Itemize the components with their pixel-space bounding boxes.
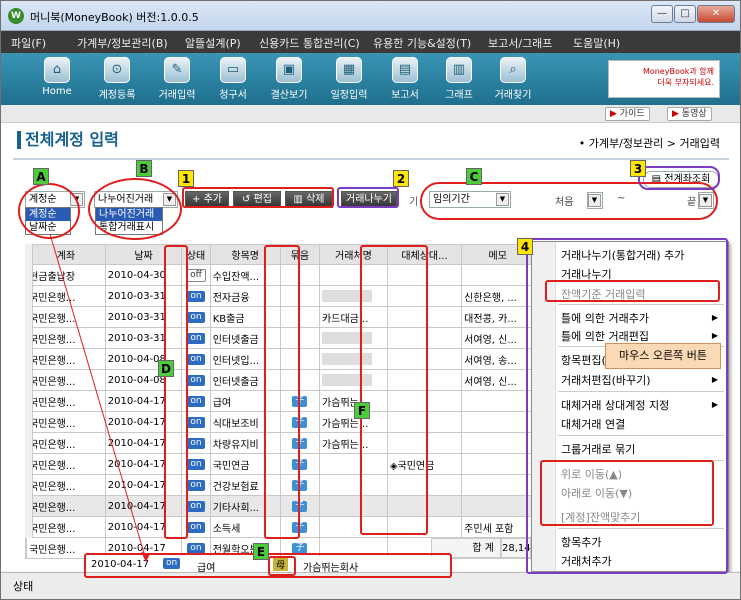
annotation-arrowhead [141, 552, 150, 562]
annotation-arrow [49, 233, 147, 561]
marker-2: 2 [393, 170, 409, 187]
marker-f: F [354, 402, 370, 419]
marker-d: D [158, 360, 174, 377]
marker-1: 1 [178, 170, 194, 187]
annotation-arrow-layer [49, 233, 150, 562]
marker-b: B [136, 160, 152, 177]
marker-e: E [253, 543, 269, 560]
marker-c: C [466, 168, 482, 185]
marker-a: A [33, 168, 49, 185]
marker-4: 4 [517, 238, 533, 255]
marker-3: 3 [630, 160, 646, 177]
